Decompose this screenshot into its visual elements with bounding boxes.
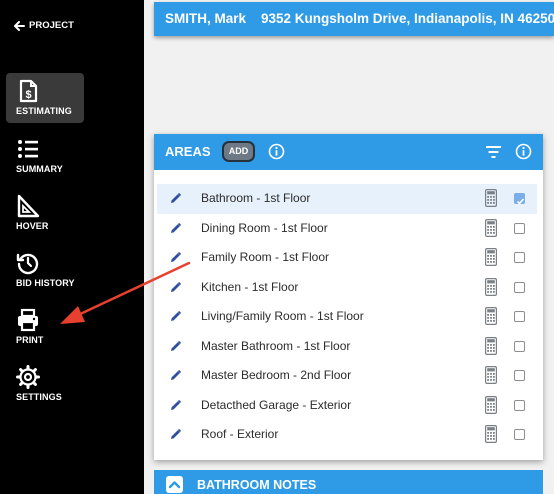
project-address: 9352 Kungsholm Drive, Indianapolis, IN 4… [261,11,554,26]
nav-label: BID HISTORY [16,278,75,288]
area-checkbox[interactable] [514,340,525,352]
pencil-icon[interactable] [169,399,182,412]
areas-list: Bathroom - 1st Floor Dining Room - 1st Fl… [157,184,537,450]
nav-hover[interactable]: HOVER [6,188,84,238]
area-checkbox[interactable] [514,281,525,293]
pencil-icon[interactable] [169,281,182,294]
areas-panel: AREAS ADD Bathroom - 1st Floor Dining Roo… [154,134,543,460]
area-checkbox[interactable] [514,370,525,381]
calculator-icon[interactable] [485,277,497,296]
area-name: Master Bedroom - 2nd Floor [201,368,352,382]
add-area-button[interactable]: ADD [222,141,255,162]
history-icon [16,253,39,275]
area-name: Bathroom - 1st Floor [201,191,311,205]
nav-estimating[interactable]: $ ESTIMATING [6,73,84,123]
estimate-document-icon: $ [19,79,38,103]
area-name: Detacthed Garage - Exterior [201,397,352,412]
area-row[interactable]: Living/Family Room - 1st Floor [157,302,537,332]
calculator-icon[interactable] [485,189,497,207]
nav-print[interactable]: PRINT [6,302,84,352]
nav-label: ESTIMATING [16,106,72,116]
calculator-icon[interactable] [485,218,497,237]
notes-title: BATHROOM NOTES [197,478,317,492]
project-header: SMITH, Mark 9352 Kungsholm Drive, Indian… [154,2,554,36]
filter-icon[interactable] [485,143,502,160]
nav-label: SETTINGS [16,392,62,402]
nav-summary[interactable]: SUMMARY [6,131,84,181]
areas-title: AREAS [165,144,211,159]
area-row[interactable]: Family Room - 1st Floor [157,243,537,273]
nav-label: HOVER [16,221,49,231]
area-row[interactable]: Master Bathroom - 1st Floor [157,332,537,362]
area-name: Master Bathroom - 1st Floor [201,338,351,353]
client-name: SMITH, Mark [165,11,247,26]
area-checkbox[interactable] [514,311,525,322]
chevron-up-icon[interactable] [166,476,183,493]
area-row[interactable]: Dining Room - 1st Floor [157,214,537,244]
area-name: Dining Room - 1st Floor [201,220,328,235]
area-checkbox[interactable] [514,429,525,440]
calculator-icon[interactable] [485,307,497,325]
nav-label: PRINT [16,335,44,345]
area-row[interactable]: Master Bedroom - 2nd Floor [157,361,537,391]
pencil-icon[interactable] [169,222,182,235]
area-name: Kitchen - 1st Floor [201,279,299,294]
area-row[interactable]: Bathroom - 1st Floor [157,184,537,214]
area-name: Roof - Exterior [201,427,279,441]
area-checkbox[interactable] [514,222,525,234]
back-to-project-link[interactable]: PROJECT [14,20,74,31]
area-name: Family Room - 1st Floor [201,250,330,264]
calculator-icon[interactable] [485,395,497,414]
set-square-icon [17,194,40,218]
pencil-icon[interactable] [169,310,182,323]
pencil-icon[interactable] [169,251,182,264]
areas-header: AREAS ADD [154,134,543,170]
arrow-left-icon [14,20,25,31]
area-checkbox[interactable] [514,252,525,263]
sidebar: PROJECT $ ESTIMATING SUMMARY HOVER BID H [0,0,144,494]
pencil-icon[interactable] [169,369,182,382]
pencil-icon[interactable] [169,428,182,441]
calculator-icon[interactable] [485,336,497,355]
info-icon[interactable] [268,143,285,160]
area-checkbox[interactable] [514,193,525,205]
nav-bid-history[interactable]: BID HISTORY [6,245,84,295]
printer-icon [18,308,38,332]
pencil-icon[interactable] [169,192,182,205]
area-name: Living/Family Room - 1st Floor [201,309,364,323]
area-row[interactable]: Kitchen - 1st Floor [157,273,537,303]
area-checkbox[interactable] [514,399,525,411]
back-label: PROJECT [29,20,74,31]
list-icon [18,140,38,158]
area-row[interactable]: Roof - Exterior [157,420,537,450]
pencil-icon[interactable] [169,340,182,353]
calculator-icon[interactable] [485,366,497,384]
info-icon[interactable] [515,143,532,160]
calculator-icon[interactable] [485,425,497,443]
calculator-icon[interactable] [485,248,497,266]
bathroom-notes-header[interactable]: BATHROOM NOTES [154,470,543,494]
nav-settings[interactable]: SETTINGS [6,359,84,409]
area-row[interactable]: Detacthed Garage - Exterior [157,391,537,421]
nav-label: SUMMARY [16,164,63,174]
svg-text:$: $ [25,89,31,101]
gear-icon [16,365,40,389]
